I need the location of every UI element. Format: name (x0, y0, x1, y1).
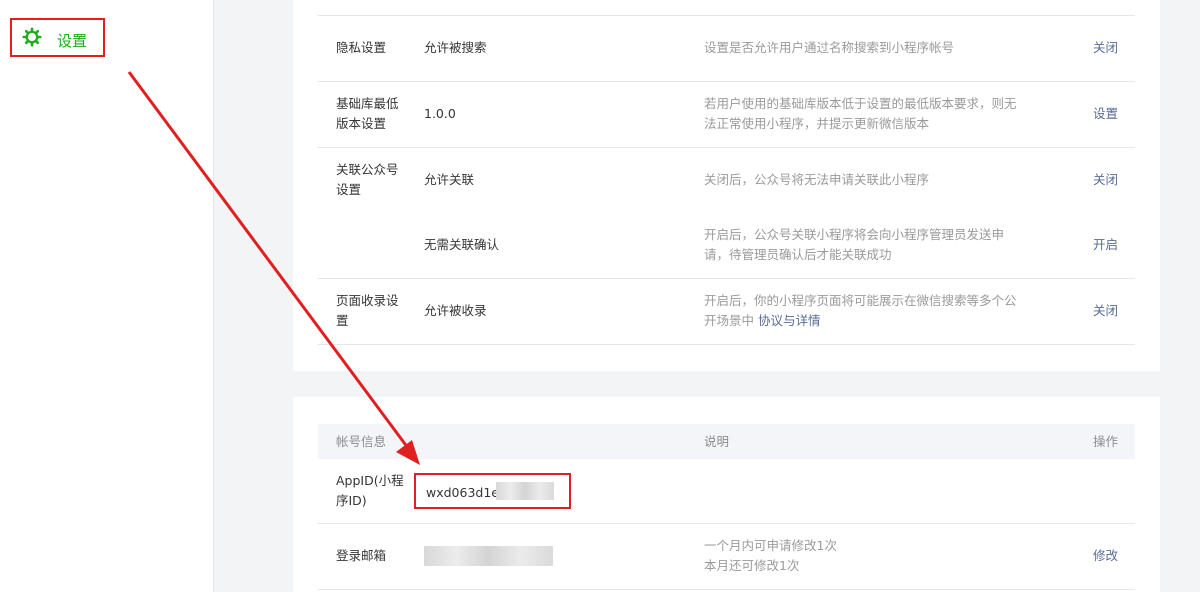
row-value: 1.0.0 (424, 106, 456, 121)
header-account-info: 帐号信息 (336, 434, 387, 449)
sidebar: 设置 (0, 0, 214, 592)
table-row-email: 登录邮箱 一个月内可申请修改1次 本月还可修改1次 修改 (318, 524, 1135, 590)
table-row-privacy: 隐私设置 允许被搜索 设置是否允许用户通过名称搜索到小程序帐号 关闭 (318, 16, 1135, 82)
row-label: 关联公众号 设置 (336, 162, 399, 197)
row-desc: 开启后，你的小程序页面将可能展示在微信搜索等多个公 开场景中 协议与详情 (704, 293, 1017, 328)
row-label: 基础库最低 版本设置 (336, 96, 399, 131)
sidebar-item-label: 设置 (57, 32, 88, 50)
agreement-details-link[interactable]: 协议与详情 (758, 313, 821, 328)
table-header: 帐号信息 说明 操作 (318, 424, 1135, 459)
account-info-card: 帐号信息 说明 操作 AppID(小程 序ID) wxd063d1ea 登录邮箱 … (293, 397, 1160, 592)
header-description: 说明 (704, 434, 730, 449)
row-desc: 一个月内可申请修改1次 本月还可修改1次 (704, 538, 837, 573)
row-label: 隐私设置 (336, 40, 387, 55)
table-row (318, 0, 1135, 16)
page-indexing-close-link[interactable]: 关闭 (1093, 301, 1118, 321)
gear-icon (22, 27, 42, 47)
row-label: AppID(小程 序ID) (336, 473, 404, 508)
email-modify-link[interactable]: 修改 (1093, 546, 1118, 566)
sidebar-item-settings[interactable]: 设置 (10, 18, 105, 57)
official-account-close-link[interactable]: 关闭 (1093, 170, 1118, 190)
row-label: 页面收录设置 (336, 293, 399, 328)
base-library-set-link[interactable]: 设置 (1093, 104, 1118, 124)
email-redacted (424, 546, 553, 566)
row-desc: 若用户使用的基础库版本低于设置的最低版本要求，则无 法正常使用小程序，并提示更新微… (704, 96, 1017, 131)
table-row-page-indexing: 页面收录设置 允许被收录 开启后，你的小程序页面将可能展示在微信搜索等多个公 开场… (318, 279, 1135, 345)
row-desc: 开启后，公众号关联小程序将会向小程序管理员发送申 请，待管理员确认后才能关联成功 (704, 227, 1005, 262)
row-value: 允许被收录 (424, 303, 487, 318)
appid-redacted (496, 482, 554, 500)
table-row-official-account: 关联公众号 设置 允许关联 关闭后，公众号将无法申请关联此小程序 关闭 无需关联确… (318, 148, 1135, 279)
confirm-association-open-link[interactable]: 开启 (1093, 235, 1118, 255)
row-value: 允许关联 (424, 172, 475, 187)
table-row-base-library: 基础库最低 版本设置 1.0.0 若用户使用的基础库版本低于设置的最低版本要求，则… (318, 82, 1135, 148)
privacy-close-link[interactable]: 关闭 (1093, 38, 1118, 58)
row-label: 登录邮箱 (336, 548, 387, 563)
settings-card: 隐私设置 允许被搜索 设置是否允许用户通过名称搜索到小程序帐号 关闭 基础库最低… (293, 0, 1160, 371)
row-desc: 设置是否允许用户通过名称搜索到小程序帐号 (704, 40, 955, 55)
appid-value: wxd063d1ea (426, 485, 507, 500)
row-value: 允许被搜索 (424, 40, 487, 55)
header-actions: 操作 (1092, 434, 1118, 449)
appid-highlight-box: wxd063d1ea (414, 473, 571, 509)
row-desc: 关闭后，公众号将无法申请关联此小程序 (704, 172, 930, 187)
row-value: 无需关联确认 (424, 237, 500, 252)
